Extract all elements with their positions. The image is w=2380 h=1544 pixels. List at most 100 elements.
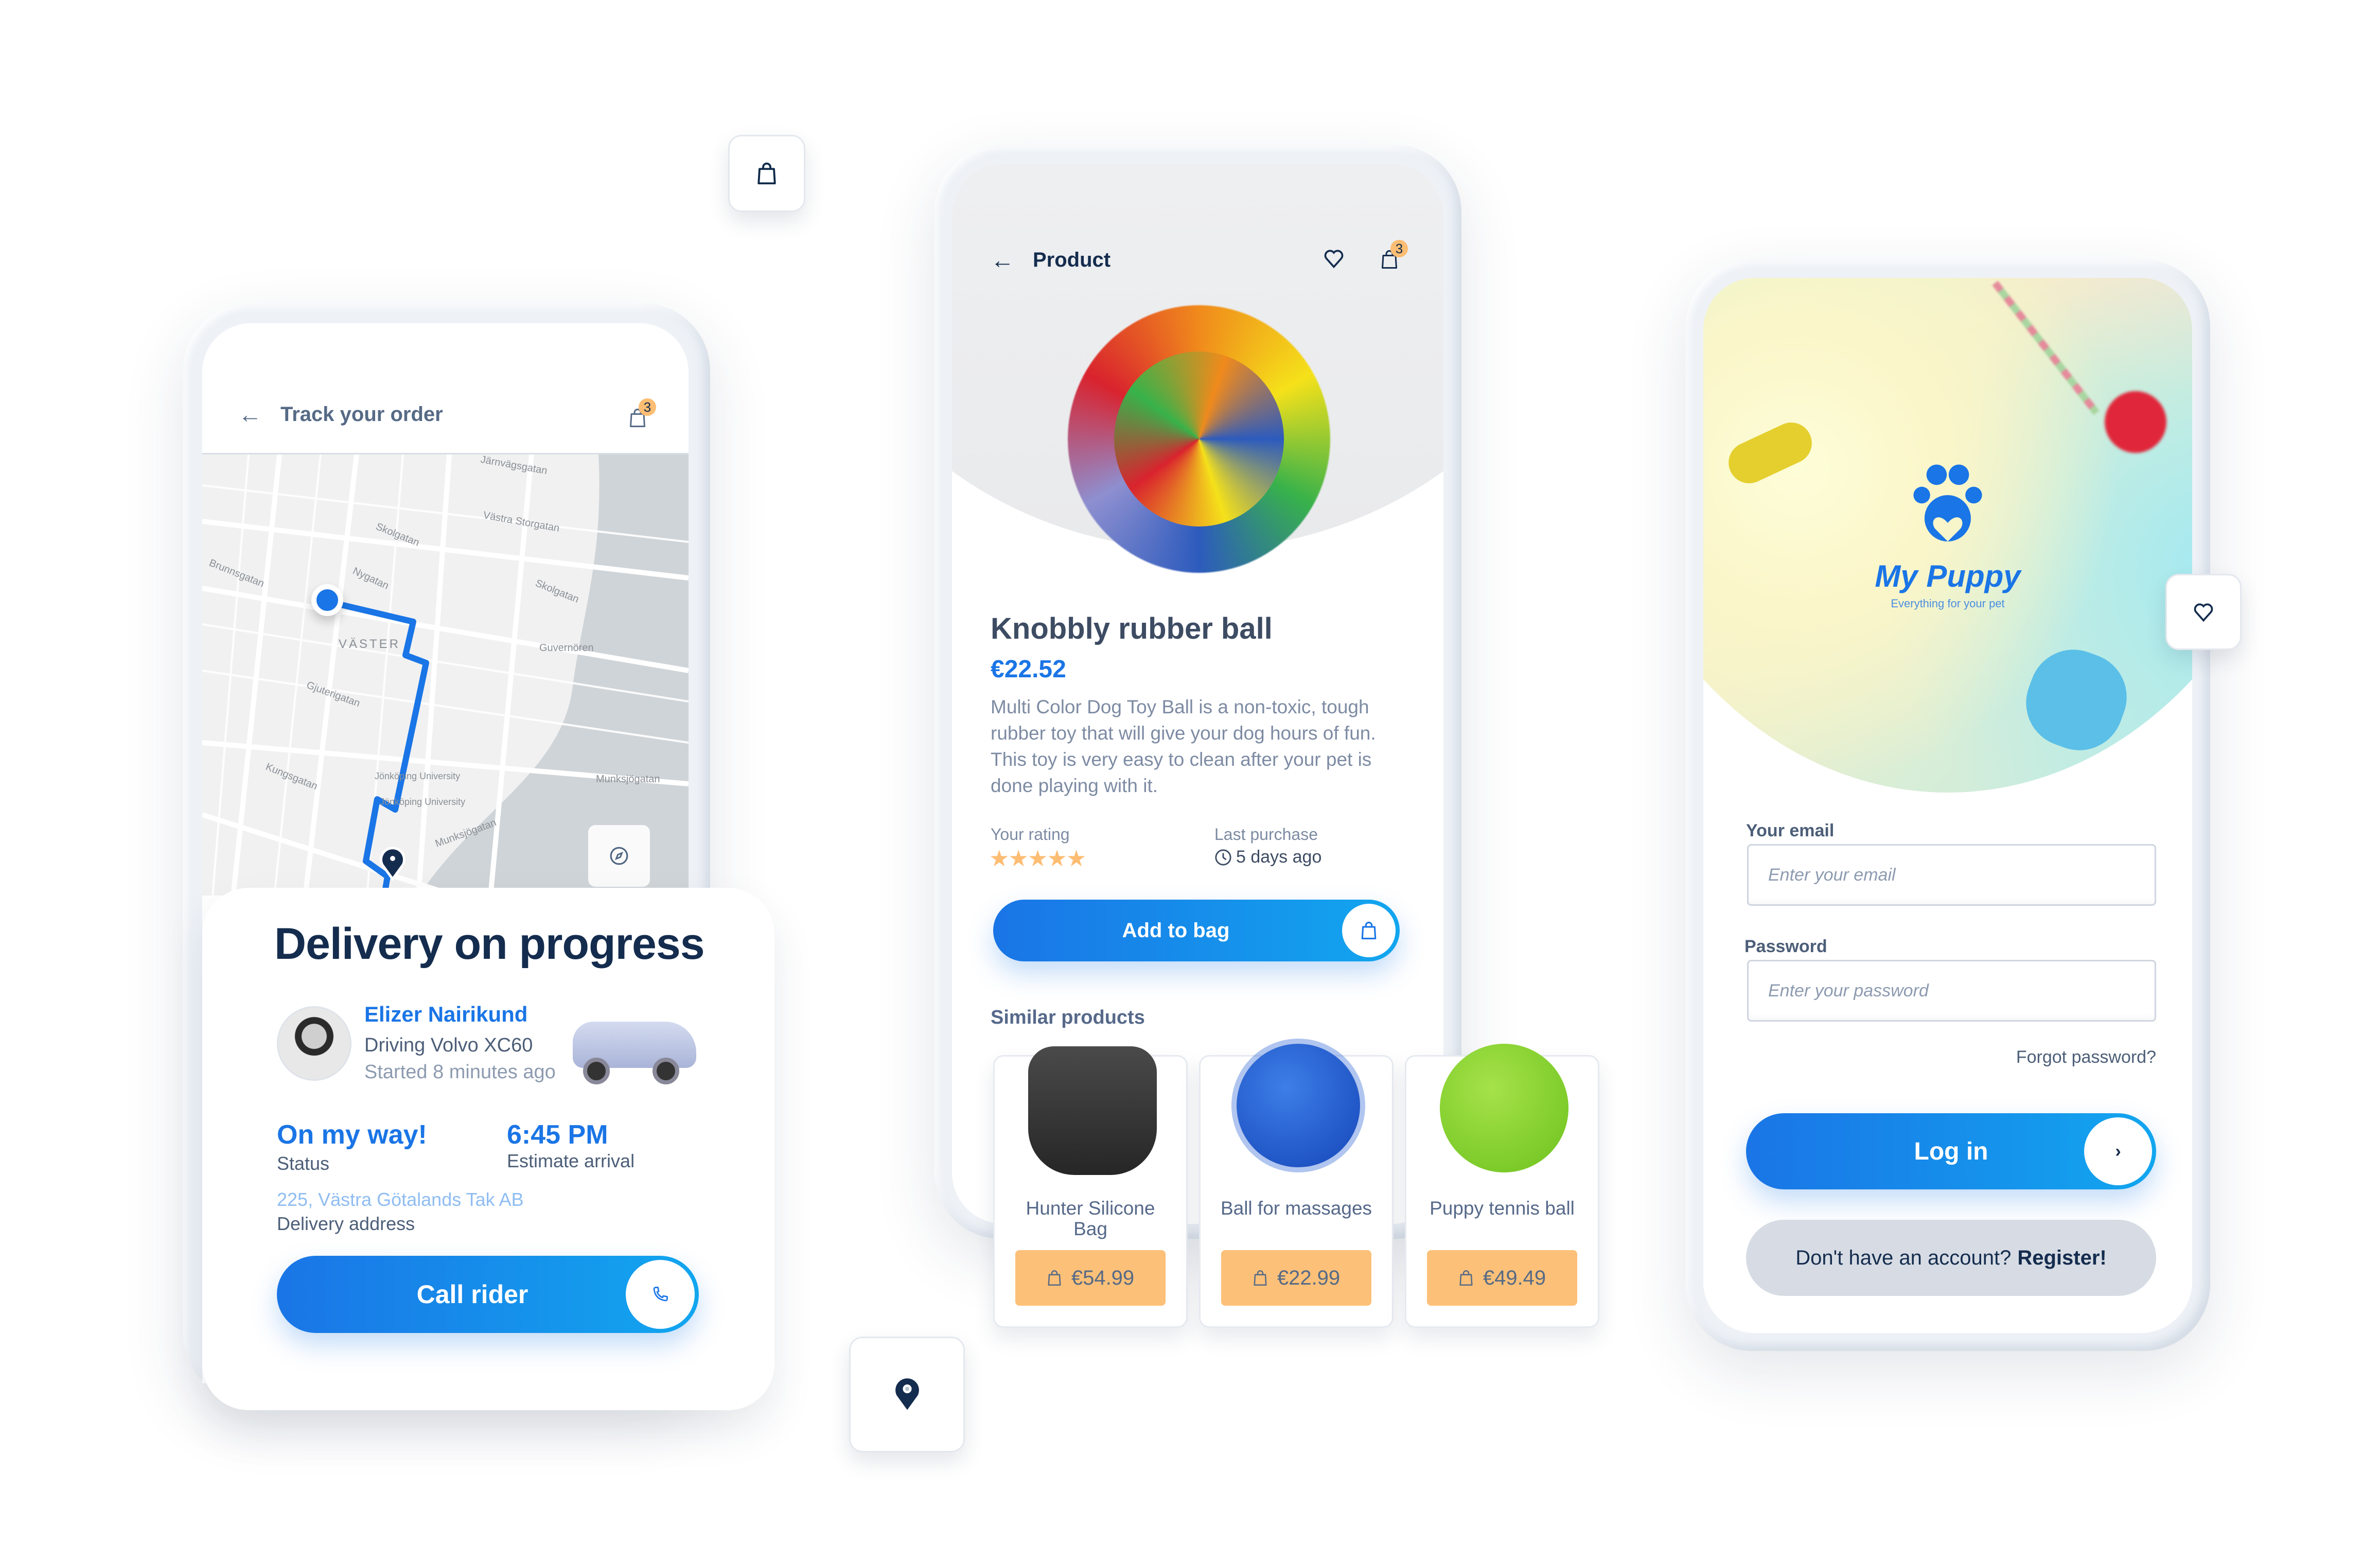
delivery-title: Delivery on progress bbox=[274, 919, 705, 969]
similar-product-card[interactable]: Hunter Silicone Bag €54.99 bbox=[993, 1046, 1188, 1328]
back-arrow-icon[interactable]: ← bbox=[991, 246, 1014, 274]
status-label: Status bbox=[277, 1153, 330, 1174]
product-price: €22.52 bbox=[991, 656, 1066, 683]
similar-product-price-button[interactable]: €49.49 bbox=[1427, 1250, 1577, 1306]
star-icon: ★ bbox=[1066, 846, 1086, 871]
product-thumbnail bbox=[1028, 1046, 1157, 1175]
eta-value: 6:45 PM bbox=[507, 1120, 608, 1150]
star-icon: ★ bbox=[989, 846, 1009, 871]
address-label: Delivery address bbox=[277, 1213, 415, 1234]
shopping-bag-icon bbox=[1254, 1270, 1267, 1286]
recenter-button[interactable] bbox=[588, 825, 650, 887]
register-prefix: Don't have an account? bbox=[1795, 1246, 2012, 1269]
star-icon: ★ bbox=[1027, 846, 1048, 871]
password-label: Password bbox=[1744, 937, 1827, 956]
bag-circle bbox=[1342, 904, 1396, 957]
similar-product-price: €49.49 bbox=[1483, 1266, 1546, 1289]
call-rider-label: Call rider bbox=[416, 1280, 528, 1309]
cart-button[interactable]: 3 bbox=[1380, 240, 1408, 270]
last-purchase-label: Last purchase bbox=[1214, 825, 1318, 844]
map-street-label: Jönköping University bbox=[380, 797, 466, 807]
shopping-bag-icon bbox=[757, 162, 776, 185]
chevron-right-icon: › bbox=[2115, 1141, 2121, 1161]
heart-icon bbox=[2194, 603, 2213, 622]
forgot-password-link[interactable]: Forgot password? bbox=[1853, 1047, 2156, 1067]
rider-avatar[interactable] bbox=[277, 1006, 351, 1081]
similar-product-price-button[interactable]: €54.99 bbox=[1015, 1250, 1166, 1306]
arrow-circle: › bbox=[2084, 1117, 2152, 1185]
clock-icon bbox=[1215, 849, 1231, 866]
login-label: Log in bbox=[1914, 1137, 1988, 1165]
email-label: Your email bbox=[1746, 821, 1835, 840]
rider-started: Started 8 minutes ago bbox=[364, 1061, 556, 1083]
email-placeholder: Enter your email bbox=[1768, 865, 1896, 885]
map-street-label: Guvernören bbox=[539, 642, 594, 654]
rating-stars[interactable]: ★★★★★ bbox=[989, 846, 1086, 872]
page-title: Product bbox=[1033, 248, 1111, 271]
map-view[interactable]: Järnvägsgatan Västra Storgatan Skolgatan… bbox=[202, 453, 689, 896]
address-value: 225, Västra Götalands Tak AB bbox=[277, 1189, 524, 1210]
add-to-bag-label: Add to bag bbox=[1122, 919, 1230, 942]
last-purchase: 5 days ago bbox=[1214, 847, 1321, 867]
product-description: Multi Color Dog Toy Ball is a non-toxic,… bbox=[991, 696, 1376, 796]
similar-product-name: Puppy tennis ball bbox=[1430, 1198, 1575, 1219]
star-icon: ★ bbox=[1008, 846, 1028, 871]
rating-label: Your rating bbox=[991, 825, 1070, 844]
register-link[interactable]: Register! bbox=[2017, 1247, 2106, 1270]
toy-ball-image bbox=[2105, 391, 2166, 453]
add-to-bag-button[interactable]: Add to bag bbox=[993, 900, 1400, 961]
map-district-label: VÄSTER bbox=[339, 637, 401, 651]
map-street-label: Jönköping University bbox=[375, 771, 461, 781]
cart-badge: 3 bbox=[1390, 240, 1408, 257]
phone-circle bbox=[626, 1260, 695, 1329]
login-button[interactable]: Log in › bbox=[1746, 1113, 2156, 1189]
heart-tile[interactable] bbox=[2165, 574, 2242, 650]
status-value: On my way! bbox=[277, 1120, 427, 1150]
page-title: Track your order bbox=[280, 402, 443, 426]
rider-name: Elizer Nairikund bbox=[364, 1002, 528, 1026]
back-arrow-icon[interactable]: ← bbox=[238, 400, 262, 428]
similar-product-name: Ball for massages bbox=[1220, 1198, 1372, 1219]
product-thumbnail bbox=[1237, 1044, 1360, 1167]
product-thumbnail bbox=[1440, 1044, 1568, 1172]
destination-pin-icon bbox=[380, 847, 406, 882]
similar-product-price: €22.99 bbox=[1277, 1266, 1341, 1289]
similar-product-price-button[interactable]: €22.99 bbox=[1221, 1250, 1371, 1306]
map-street-label: Munksjögatan bbox=[596, 774, 660, 785]
call-rider-button[interactable]: Call rider bbox=[277, 1256, 699, 1333]
bag-tile[interactable] bbox=[728, 135, 805, 212]
rider-location-dot bbox=[311, 584, 343, 616]
cart-badge: 3 bbox=[639, 398, 656, 416]
map-pin-icon bbox=[892, 1375, 922, 1415]
star-icon: ★ bbox=[1047, 846, 1067, 871]
favorite-heart-icon[interactable] bbox=[1323, 247, 1345, 270]
phone-icon bbox=[653, 1287, 668, 1302]
similar-product-name: Hunter Silicone Bag bbox=[1026, 1198, 1155, 1239]
delivery-card: Delivery on progress Elizer Nairikund Dr… bbox=[202, 888, 774, 1410]
product-header: ← Product bbox=[991, 246, 1110, 274]
password-placeholder: Enter your password bbox=[1768, 980, 1929, 1001]
similar-products-title: Similar products bbox=[991, 1007, 1145, 1028]
car-image bbox=[562, 1001, 701, 1089]
pin-tile[interactable] bbox=[849, 1337, 965, 1452]
password-input[interactable]: Enter your password bbox=[1747, 960, 2156, 1022]
last-purchase-value: 5 days ago bbox=[1236, 847, 1322, 867]
similar-product-card[interactable]: Ball for massages €22.99 bbox=[1199, 1044, 1394, 1328]
register-button[interactable]: Don't have an account? Register! bbox=[1746, 1220, 2156, 1296]
shopping-bag-icon bbox=[1048, 1270, 1061, 1286]
cart-button[interactable]: 3 bbox=[628, 398, 656, 430]
brand-tagline: Everything for your pet bbox=[1891, 597, 2005, 610]
similar-product-price: €54.99 bbox=[1071, 1266, 1135, 1289]
paw-logo-icon bbox=[1913, 464, 1982, 541]
rider-vehicle: Driving Volvo XC60 bbox=[364, 1034, 533, 1056]
product-image bbox=[1047, 285, 1351, 593]
shopping-bag-icon bbox=[1361, 921, 1377, 940]
similar-product-card[interactable]: Puppy tennis ball €49.49 bbox=[1405, 1044, 1599, 1328]
tracking-header: ← Track your order bbox=[238, 400, 443, 428]
product-name: Knobbly rubber ball bbox=[991, 612, 1273, 645]
shopping-bag-icon bbox=[1459, 1270, 1473, 1286]
brand-name: My Puppy bbox=[1875, 559, 2021, 593]
email-input[interactable]: Enter your email bbox=[1747, 844, 2156, 906]
eta-label: Estimate arrival bbox=[507, 1150, 635, 1171]
compass-icon bbox=[610, 847, 628, 865]
